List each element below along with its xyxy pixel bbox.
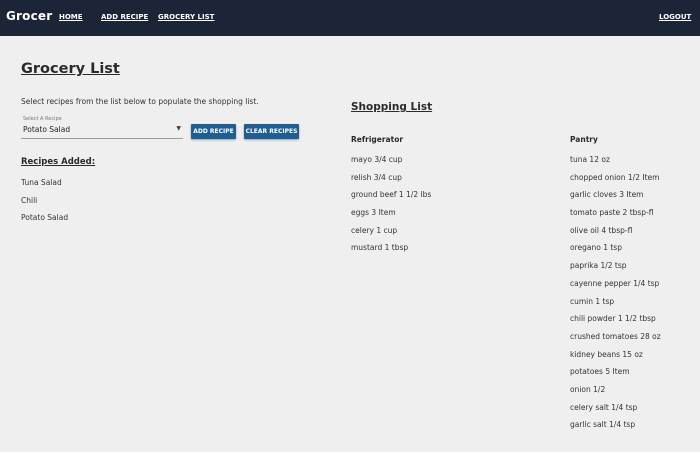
list-item: tomato paste 2 tbsp-fl (570, 208, 654, 218)
list-item: Potato Salad (21, 213, 69, 223)
recipes-added-list: Tuna Salad Chili Potato Salad (21, 178, 68, 231)
list-item: potatoes 5 Item (570, 367, 630, 377)
pantry-list: tuna 12 oz chopped onion 1/2 Item garlic… (570, 155, 661, 438)
instructions-text: Select recipes from the list below to po… (21, 97, 259, 106)
list-item: Tuna Salad (21, 178, 62, 187)
list-item: celery salt 1/4 tsp (570, 402, 638, 412)
list-item: Chili (21, 195, 38, 205)
add-recipe-button[interactable]: ADD RECIPE (191, 124, 236, 139)
shopping-list-heading: Shopping List (351, 101, 433, 113)
list-item: garlic salt 1/4 tsp (570, 420, 636, 430)
caret-down-icon[interactable]: ▼ (176, 125, 181, 132)
nav-grocery-list-link[interactable]: GROCERY LIST (158, 13, 214, 21)
list-item: mayo 3/4 cup (351, 155, 403, 164)
list-item: crushed tomatoes 28 oz (570, 331, 661, 341)
refrigerator-heading: Refrigerator (351, 135, 404, 144)
nav-home-link[interactable]: HOME (59, 13, 83, 21)
list-item: kidney beans 15 oz (570, 349, 643, 359)
list-item: relish 3/4 cup (351, 172, 402, 182)
list-item: cumin 1 tsp (570, 296, 615, 306)
list-item: oregano 1 tsp (570, 243, 622, 253)
list-item: cayenne pepper 1/4 tsp (570, 278, 660, 288)
recipe-select-value: Potato Salad (23, 125, 71, 134)
list-item: onion 1/2 (570, 384, 606, 394)
list-item: tuna 12 oz (570, 155, 610, 164)
list-item: eggs 3 Item (351, 208, 396, 218)
recipe-select-label: Select A Recipe (23, 116, 62, 122)
recipe-select[interactable]: Select A Recipe Potato Salad ▼ (21, 116, 183, 139)
page-title: Grocery List (21, 61, 120, 77)
list-item: mustard 1 tbsp (351, 243, 409, 253)
pantry-heading: Pantry (570, 135, 598, 144)
brand-logo[interactable]: Grocer (6, 9, 52, 23)
top-navbar: Grocer HOME ADD RECIPE GROCERY LIST LOGO… (0, 0, 700, 36)
list-item: garlic cloves 3 Item (570, 190, 644, 200)
list-item: ground beef 1 1/2 lbs (351, 190, 432, 200)
recipes-added-heading: Recipes Added: (21, 157, 96, 167)
nav-logout-link[interactable]: LOGOUT (659, 13, 691, 21)
list-item: olive oil 4 tbsp-fl (570, 225, 633, 235)
refrigerator-list: mayo 3/4 cup relish 3/4 cup ground beef … (351, 155, 431, 261)
list-item: paprika 1/2 tsp (570, 261, 627, 271)
clear-recipes-button[interactable]: CLEAR RECIPES (244, 124, 299, 139)
list-item: celery 1 cup (351, 225, 398, 235)
list-item: chili powder 1 1/2 tbsp (570, 314, 656, 324)
list-item: chopped onion 1/2 Item (570, 172, 660, 182)
nav-add-recipe-link[interactable]: ADD RECIPE (101, 13, 148, 21)
